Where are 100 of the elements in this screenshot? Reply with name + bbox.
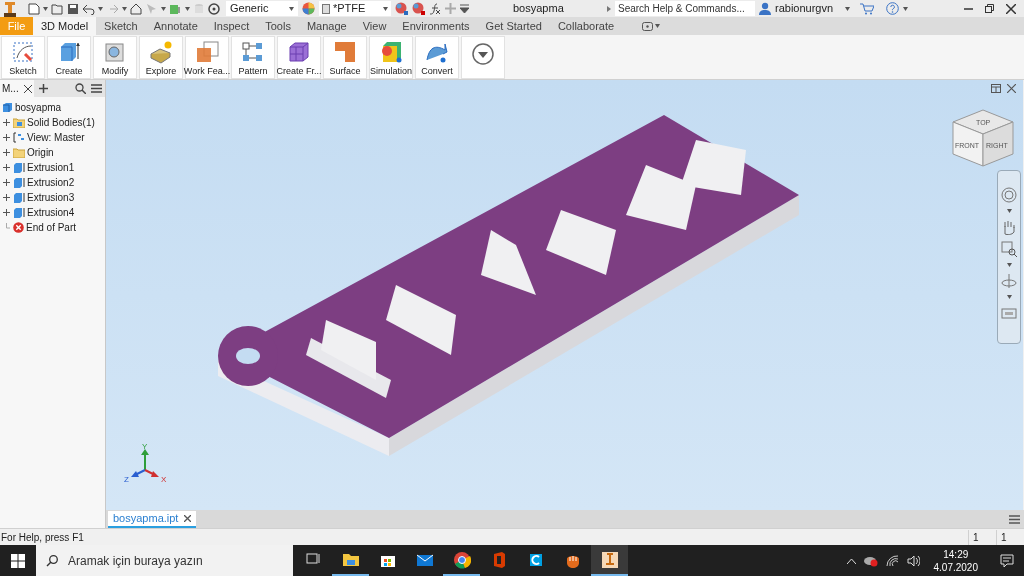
caret-icon [122,6,127,11]
ribbon-button[interactable]: Sketch [1,36,45,79]
tree-label: Solid Bodies(1) [27,116,95,130]
tree-item[interactable]: End of Part [13,220,77,235]
taskbar-search-field[interactable]: Aramak için buraya yazın [36,545,293,576]
expand-arrow-icon [607,5,611,12]
minimize-icon [964,7,973,10]
menu-tab[interactable]: Manage [298,17,355,35]
ribbon-button[interactable]: Pattern [231,36,275,79]
help-icon [886,2,899,15]
customize-icon [460,3,469,14]
tree-item[interactable]: Origin [13,145,54,160]
orbit-icon [1001,273,1017,289]
caret-icon [185,6,190,11]
sun-box-icon [149,40,173,64]
ribbon-button[interactable]: Surface [323,36,367,79]
expand-plus-icon [3,119,10,126]
new-file-icon [28,2,40,15]
chrome-logo-icon [452,550,471,569]
search-field[interactable]: Search Help & Commands... [615,1,755,16]
film-reel-icon [208,2,220,15]
ribbon-button[interactable]: Create Fr... [277,36,321,79]
ribbon-button[interactable]: Modify [93,36,137,79]
user-name[interactable]: rabionurgvn [775,0,841,17]
ribbon-button[interactable]: Create [47,36,91,79]
color-wheel-icon [302,2,315,15]
caret-icon [1006,263,1012,267]
view-tree-icon [13,132,25,143]
y-axis-arrow [141,449,149,471]
material-dropdown[interactable]: *PTFE [319,1,391,16]
taskbar-app[interactable] [591,545,628,576]
folder-icon [13,117,25,128]
extrusion-icon [13,192,25,203]
panel-icon [642,21,654,31]
add-tab-icon [38,84,48,93]
document-title: bosyapma [513,1,565,17]
open-folder-icon [51,2,64,15]
close-icon [184,515,192,522]
layout-icon [991,84,1001,93]
extrusion-icon [13,177,25,188]
hole-box-icon [103,40,127,64]
ribbon-button[interactable]: Work Fea... [185,36,229,79]
menu-tab[interactable]: Collaborate [549,17,623,35]
menu-tab[interactable]: Get Started [477,17,550,35]
menu-tab[interactable]: Sketch [96,17,146,35]
tree-item[interactable]: View: Master [13,130,85,145]
ribbon-button[interactable]: Simulation [369,36,413,79]
document-tab[interactable]: bosyapma.ipt [108,511,197,528]
document-tab-label: bosyapma.ipt [113,511,179,527]
menu-tab[interactable]: 3D Model [33,17,97,35]
menu-tab[interactable]: Tools [257,17,299,35]
extrusion-icon [13,162,25,173]
pan-hand-icon [1001,219,1017,235]
home-icon [130,2,142,15]
windows-logo-icon [11,553,25,568]
user-icon [759,2,771,15]
select-icon [145,2,158,15]
expand-plus-icon [3,164,10,171]
ribbon-button[interactable] [461,36,505,79]
caret-icon [655,24,661,28]
tree-item[interactable]: Extrusion4 [13,205,75,220]
tree-item[interactable]: Extrusion1 [13,160,75,175]
search-placeholder: Aramak için buraya yazın [68,552,203,570]
appearance-clear-icon [412,2,425,15]
menu-tab[interactable]: Annotate [145,17,206,35]
tree-item[interactable]: bosyapma [0,100,105,115]
surface-icon [333,40,357,64]
sketch-icon [11,40,35,64]
expand-plus-icon [3,149,10,156]
save-icon [67,2,79,15]
caret-icon [161,6,166,11]
tree-label: Origin [27,146,54,160]
menu-tab[interactable]: View [354,17,395,35]
browser-tab[interactable]: M... [0,80,34,97]
tree-item[interactable]: Extrusion2 [13,175,75,190]
expand-plus-icon [3,194,10,201]
menu-tab[interactable]: Inspect [205,17,258,35]
tree-label: View: Master [27,131,85,145]
caret-icon [903,6,908,11]
error-icon [13,222,24,233]
undo-icon [82,2,95,15]
ribbon-button[interactable]: Explore [139,36,183,79]
tree-line-icon [3,223,10,232]
ribbon-button[interactable]: Convert [415,36,459,79]
tree-item[interactable]: Solid Bodies(1) [13,115,95,130]
menu-tab[interactable]: Environments [394,17,478,35]
wifi-icon [885,554,899,567]
cart-icon [860,2,874,15]
browser-tab-label: M... [2,82,19,96]
plane-squares-icon [195,40,219,64]
appearance-dropdown[interactable]: Generic [226,1,298,16]
caret-icon [1006,295,1012,299]
expand-plus-icon [3,209,10,216]
cloud-sync-icon [863,554,878,567]
tree-item[interactable]: Extrusion3 [13,190,75,205]
caret-icon [289,6,294,11]
inventor-logo-icon [600,550,619,569]
restore-icon [985,4,994,13]
z-axis-arrow [131,469,146,477]
heatmap-cube-icon [379,40,403,64]
